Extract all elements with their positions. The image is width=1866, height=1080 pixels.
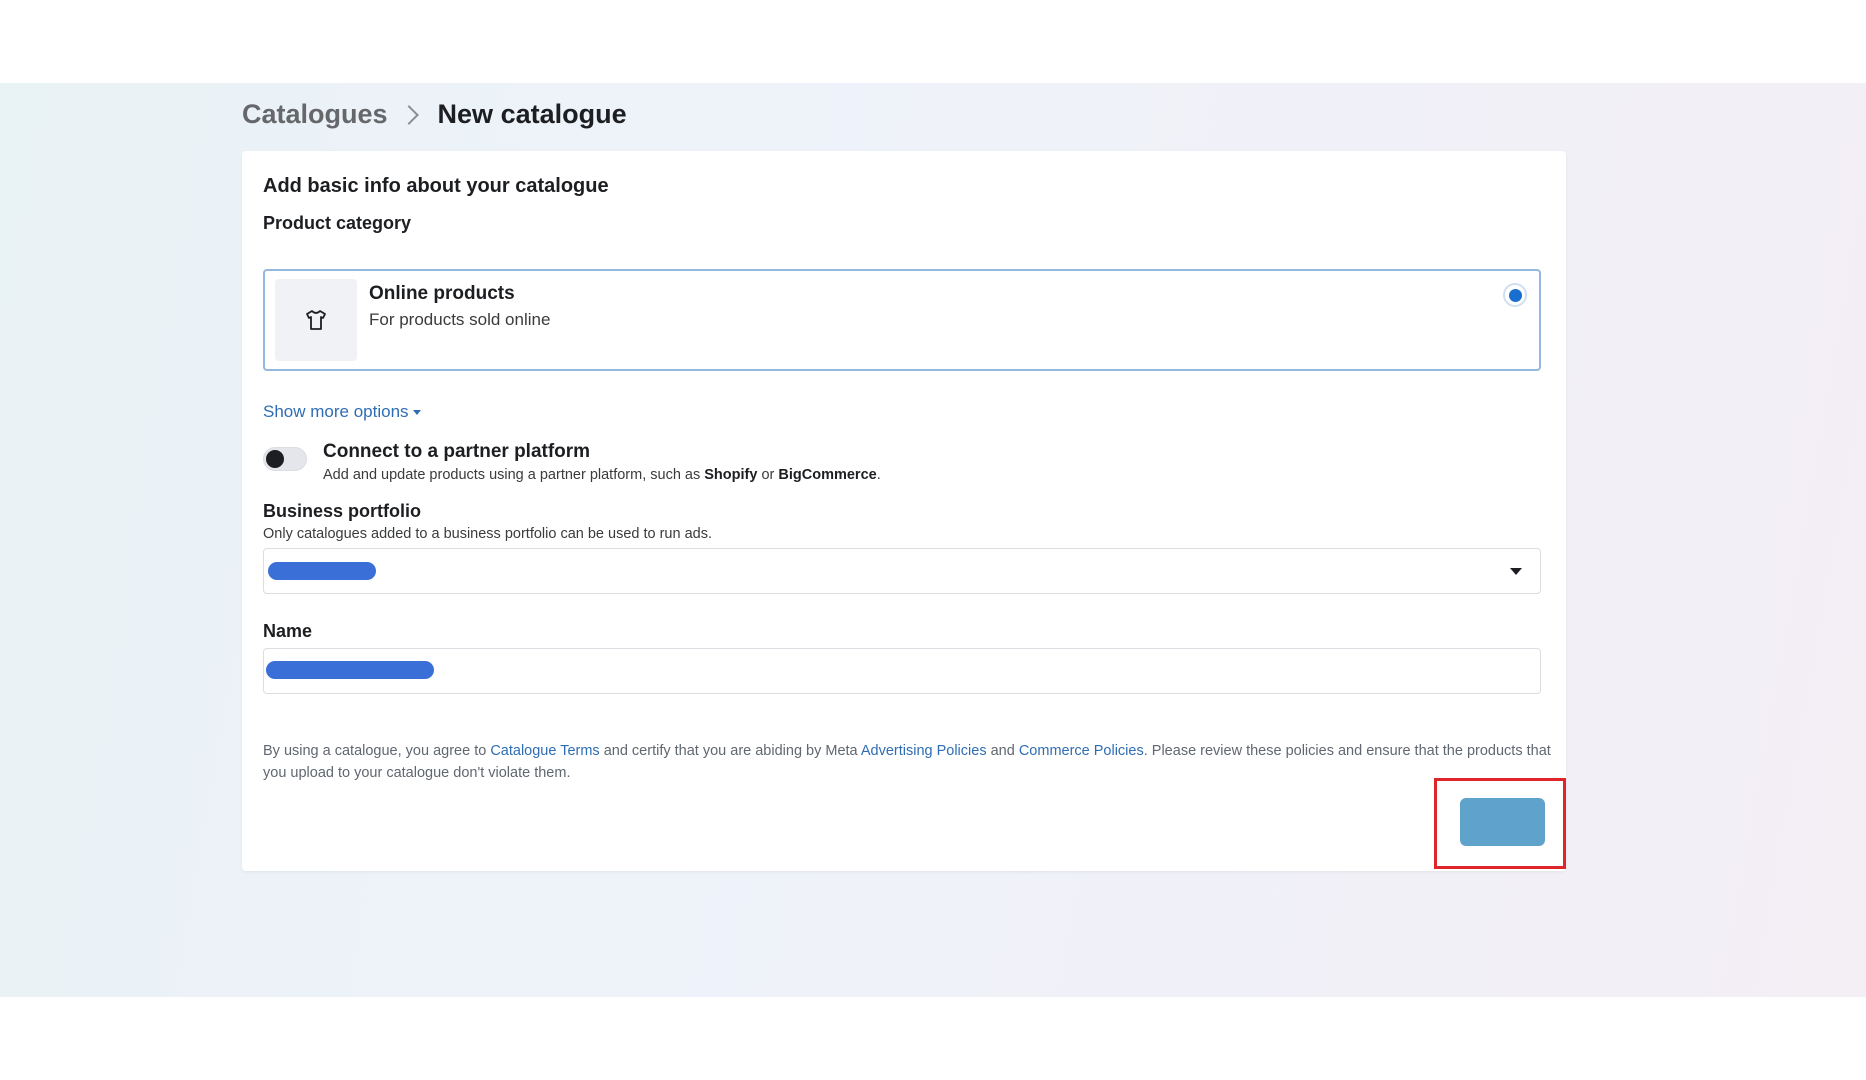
breadcrumb-catalogues-link[interactable]: Catalogues xyxy=(242,99,388,130)
option-title: Online products xyxy=(369,283,515,304)
partner-desc-or: or xyxy=(757,467,779,483)
show-more-options-link[interactable]: Show more options xyxy=(263,402,421,422)
chevron-right-icon xyxy=(398,104,419,125)
product-category-label: Product category xyxy=(263,213,412,233)
partner-platform-toggle[interactable] xyxy=(263,447,307,471)
show-more-label: Show more options xyxy=(263,402,409,421)
radio-selected-dot xyxy=(1508,288,1522,302)
screen: Catalogues New catalogue Add basic info … xyxy=(0,83,1866,997)
business-portfolio-label: Business portfolio xyxy=(263,501,422,521)
legal-notice: By using a catalogue, you agree to Catal… xyxy=(263,740,1553,784)
online-products-option[interactable]: Online products For products sold online xyxy=(263,269,1541,371)
option-subtitle: For products sold online xyxy=(369,310,551,329)
name-label: Name xyxy=(263,621,313,641)
partner-platform-description: Add and update products using a partner … xyxy=(323,467,881,483)
name-input[interactable] xyxy=(263,648,1541,694)
bigcommerce-label: BigCommerce xyxy=(778,467,877,483)
advertising-policies-link[interactable]: Advertising Policies xyxy=(861,743,987,759)
commerce-policies-link[interactable]: Commerce Policies xyxy=(1019,743,1144,759)
redacted-value xyxy=(268,562,376,580)
business-portfolio-select[interactable] xyxy=(263,548,1541,594)
caret-down-icon xyxy=(412,409,421,415)
online-products-radio[interactable] xyxy=(1503,283,1527,307)
shopify-label: Shopify xyxy=(704,467,758,483)
legal-text: and xyxy=(986,743,1019,759)
legal-text: and certify that you are abiding by Meta xyxy=(599,743,861,759)
page-title: New catalogue xyxy=(437,99,627,129)
partner-desc-prefix: Add and update products using a partner … xyxy=(323,467,705,483)
dropdown-arrow-icon xyxy=(1510,568,1522,575)
form-title: Add basic info about your catalogue xyxy=(263,175,609,197)
redacted-value xyxy=(266,661,434,679)
business-portfolio-help: Only catalogues added to a business port… xyxy=(263,526,712,542)
partner-platform-title: Connect to a partner platform xyxy=(323,441,591,462)
catalogue-form-card: Add basic info about your catalogue Prod… xyxy=(242,151,1566,871)
breadcrumb: Catalogues New catalogue xyxy=(242,99,627,130)
partner-desc-period: . xyxy=(876,467,881,483)
legal-text: By using a catalogue, you agree to xyxy=(263,743,491,759)
tshirt-icon xyxy=(275,279,357,361)
submit-button[interactable] xyxy=(1460,798,1545,846)
catalogue-terms-link[interactable]: Catalogue Terms xyxy=(490,743,599,759)
toggle-knob xyxy=(266,450,284,468)
